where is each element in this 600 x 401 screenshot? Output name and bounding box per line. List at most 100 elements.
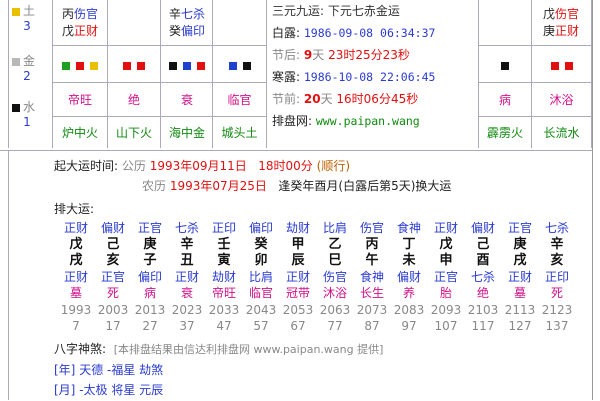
dayun-age: 87 xyxy=(364,319,380,333)
nayin: 炉中火 xyxy=(61,126,98,140)
dayun-stage: 胎 xyxy=(439,286,452,300)
before-term-days: 20 xyxy=(303,92,321,106)
fire-color-icon xyxy=(76,61,84,70)
dayun-stem: 丙 xyxy=(365,237,379,252)
gongli-label: 公历 xyxy=(121,159,146,173)
hidden-stem: 丙 xyxy=(61,7,74,21)
dayun-branch: 戌 xyxy=(69,253,83,268)
shensha-items: 天德 -福星 劫煞 xyxy=(79,363,164,377)
dayun-branch: 酉 xyxy=(476,253,490,268)
element-count: 2 xyxy=(23,69,31,83)
dayun-branch: 午 xyxy=(365,253,379,268)
direction-badge: (顺行) xyxy=(316,159,351,173)
dayun-ten-god: 正印 xyxy=(211,221,236,235)
divider xyxy=(478,116,592,117)
dayun-branch: 辰 xyxy=(291,253,305,268)
dayun-branch: 戌 xyxy=(513,253,527,268)
dayun-year: 1993 xyxy=(60,303,92,317)
nayin: 山下火 xyxy=(115,126,152,140)
dayun-branch: 亥 xyxy=(550,253,564,268)
qiyun-nongli-row: 农历 1993年07月25日 逢癸年酉月(白露后第5天)换大运 xyxy=(142,177,451,194)
dayun-branch-god: 正财 xyxy=(285,270,310,284)
water-color-icon xyxy=(228,61,237,70)
metal-color-icon xyxy=(12,57,20,66)
dayun-year: 2003 xyxy=(97,303,129,317)
nongli-date: 1993年07月25日 xyxy=(169,179,267,193)
dayun-stem: 壬 xyxy=(217,237,231,252)
hanlu-time: 1986-10-08 22:06:45 xyxy=(303,70,436,84)
nayin: 长流水 xyxy=(543,126,580,140)
qiyun-gongli-row: 起大运时间: 公历 1993年09月11日 18时00分 (顺行) xyxy=(54,157,350,174)
after-term-rest: 23时25分23秒 xyxy=(328,48,410,62)
dayun-age: 77 xyxy=(327,319,343,333)
dayun-stem: 庚 xyxy=(143,237,157,252)
dayun-ten-god: 正官 xyxy=(507,221,532,235)
twelve-stage: 绝 xyxy=(127,93,140,107)
dayun-branch-god: 正官 xyxy=(100,270,125,284)
gongli-date: 1993年09月11日 xyxy=(149,159,247,173)
dayun-age: 57 xyxy=(253,319,269,333)
dayun-stage: 死 xyxy=(106,286,119,300)
dayun-year: 2053 xyxy=(282,303,314,317)
dayun-stem: 甲 xyxy=(291,237,305,252)
dayun-stem: 戊 xyxy=(439,237,453,252)
dayun-branch: 巳 xyxy=(328,253,342,268)
dayun-ten-god: 正财 xyxy=(63,221,88,235)
dayun-year: 2043 xyxy=(245,303,277,317)
dayun-age: 7 xyxy=(72,319,80,333)
dayun-stage: 冠带 xyxy=(285,286,310,300)
water-color-icon xyxy=(12,103,20,112)
ten-god: 七杀 xyxy=(181,7,206,21)
dayun-age: 37 xyxy=(179,319,195,333)
right-pillar-squares xyxy=(532,58,591,72)
nongli-label: 农历 xyxy=(142,179,167,193)
dayun-age: 17 xyxy=(105,319,121,333)
dayun-ten-god: 偏财 xyxy=(100,221,125,235)
dayun-ten-god: 伤官 xyxy=(359,221,384,235)
dayun-stem: 丁 xyxy=(402,237,416,252)
divider xyxy=(591,0,592,148)
site-link[interactable]: www.paipan.wang xyxy=(316,114,420,128)
dayun-branch: 寅 xyxy=(217,253,231,268)
hidden-stem: 庚 xyxy=(542,24,555,38)
after-term-label: 节后: xyxy=(272,48,301,62)
qiyun-label: 起大运时间: xyxy=(54,159,119,173)
divider xyxy=(52,82,266,83)
ten-god: 偏印 xyxy=(181,24,206,38)
dayun-year: 2083 xyxy=(393,303,425,317)
dayun-branch-god: 七杀 xyxy=(470,270,495,284)
dayun-year: 2013 xyxy=(134,303,166,317)
dayun-ten-god: 劫财 xyxy=(285,221,310,235)
dayun-branch-god: 正财 xyxy=(507,270,532,284)
dayun-ten-god: 正财 xyxy=(433,221,458,235)
dayun-branch-god: 偏财 xyxy=(396,270,421,284)
ten-god: 伤官 xyxy=(555,7,580,21)
nayin: 城头土 xyxy=(221,126,258,140)
before-term-label: 节前: xyxy=(272,92,301,106)
hidden-stem: 戊 xyxy=(61,24,74,38)
dayun-branch: 子 xyxy=(143,253,157,268)
water-color-icon xyxy=(501,61,509,70)
divider xyxy=(8,0,9,148)
gongli-hour: 18时00分 xyxy=(258,159,313,173)
dayun-year: 2113 xyxy=(504,303,536,317)
dayun-stem: 庚 xyxy=(513,237,527,252)
divider xyxy=(8,150,9,400)
dayun-year: 2063 xyxy=(319,303,351,317)
dayun-age: 127 xyxy=(508,319,532,333)
dayun-stem: 辛 xyxy=(180,237,194,252)
dayun-branch-god: 偏印 xyxy=(137,270,162,284)
bailu-time: 1986-09-08 06:34:37 xyxy=(303,26,436,40)
dayun-branch-god: 劫财 xyxy=(211,270,236,284)
fire-color-icon xyxy=(137,61,145,70)
dayun-branch: 亥 xyxy=(106,253,120,268)
nayin: 海中金 xyxy=(168,126,205,140)
dayun-stem: 癸 xyxy=(254,237,268,252)
bailu-label: 白露: xyxy=(272,26,301,40)
dayun-age: 67 xyxy=(290,319,306,333)
dayun-label: 排大运: xyxy=(54,200,94,217)
twelve-stage: 临官 xyxy=(227,93,252,107)
hidden-stem: 戊 xyxy=(542,7,555,21)
dayun-ten-god: 正官 xyxy=(137,221,162,235)
twelve-stage: 帝旺 xyxy=(67,93,92,107)
